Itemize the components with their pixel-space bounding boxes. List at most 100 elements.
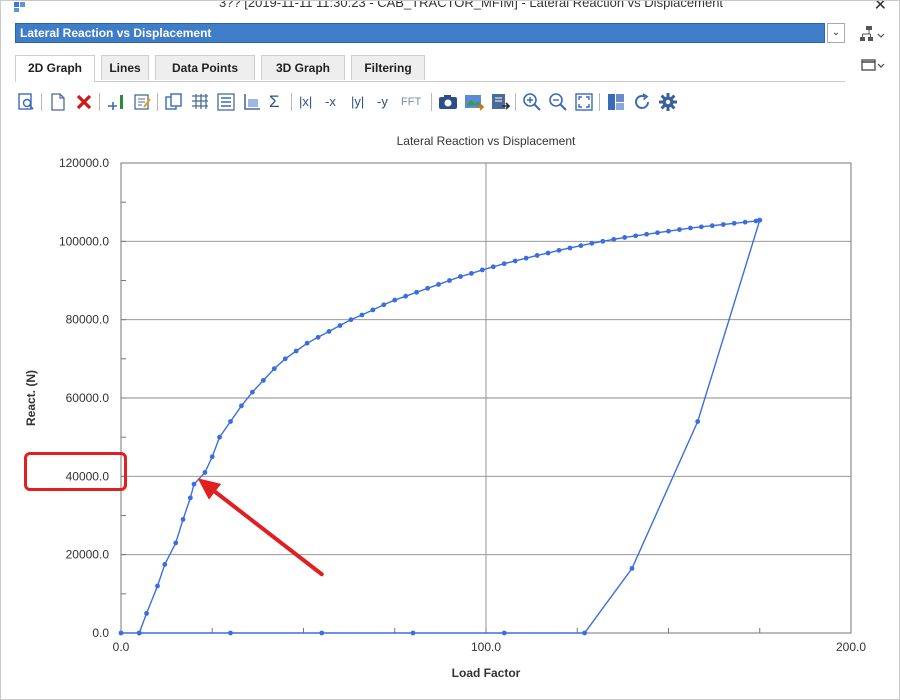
data-point[interactable] <box>709 223 715 229</box>
abs-y-button[interactable]: |y| <box>351 92 364 112</box>
data-point[interactable] <box>217 434 222 440</box>
data-point[interactable] <box>501 630 507 636</box>
data-point[interactable] <box>589 240 595 246</box>
data-point[interactable] <box>136 630 142 636</box>
data-point[interactable] <box>545 250 551 256</box>
data-point[interactable] <box>359 312 365 318</box>
data-point[interactable] <box>144 611 149 616</box>
data-point[interactable] <box>282 356 288 362</box>
data-point[interactable] <box>501 261 507 267</box>
data-point[interactable] <box>611 236 617 242</box>
tab-filtering[interactable]: Filtering <box>351 55 425 80</box>
data-point[interactable] <box>209 454 215 460</box>
data-point[interactable] <box>633 233 639 239</box>
data-point[interactable] <box>202 470 208 475</box>
data-point[interactable] <box>228 630 233 636</box>
data-point[interactable] <box>523 255 529 261</box>
axes-icon[interactable] <box>241 91 263 113</box>
data-point[interactable] <box>469 271 474 276</box>
data-point[interactable] <box>479 267 485 273</box>
fft-button[interactable]: FFT <box>401 92 421 112</box>
data-point[interactable] <box>644 231 649 237</box>
data-point[interactable] <box>414 289 420 295</box>
zoom-in-icon[interactable] <box>521 91 543 113</box>
data-point[interactable] <box>534 253 540 258</box>
data-point[interactable] <box>250 389 255 395</box>
data-point[interactable] <box>260 377 266 383</box>
line-chart[interactable]: 0.020000.040000.060000.080000.0100000.01… <box>13 121 889 693</box>
data-point[interactable] <box>187 495 193 501</box>
data-point[interactable] <box>742 219 748 225</box>
color-map-icon[interactable] <box>605 91 627 113</box>
data-point[interactable] <box>348 317 354 323</box>
chevron-down-icon[interactable]: ⌄ <box>827 23 845 43</box>
data-point[interactable] <box>447 278 452 283</box>
data-point[interactable] <box>600 238 606 244</box>
legend-icon[interactable] <box>215 91 237 113</box>
negate-y-button[interactable]: -y <box>377 92 388 112</box>
window-menu-icon[interactable] <box>861 57 885 73</box>
data-point[interactable] <box>370 307 376 313</box>
add-series-icon[interactable] <box>105 91 127 113</box>
data-point[interactable] <box>578 243 584 249</box>
gear-icon[interactable] <box>657 91 679 113</box>
tab-data-points[interactable]: Data Points <box>155 55 255 80</box>
data-point[interactable] <box>271 366 277 372</box>
data-point[interactable] <box>315 334 321 340</box>
tab-lines[interactable]: Lines <box>101 55 149 80</box>
data-point[interactable] <box>239 403 244 409</box>
data-point[interactable] <box>695 419 701 424</box>
tab-2d-graph[interactable]: 2D Graph <box>15 55 95 82</box>
data-point[interactable] <box>757 217 763 223</box>
data-point[interactable] <box>293 348 299 354</box>
negate-x-button[interactable]: -x <box>325 92 336 112</box>
abs-x-button[interactable]: |x| <box>299 92 312 112</box>
data-point[interactable] <box>629 565 635 571</box>
data-point[interactable] <box>155 583 160 589</box>
data-point[interactable] <box>392 297 398 303</box>
data-point[interactable] <box>425 285 430 291</box>
data-point[interactable] <box>173 540 179 546</box>
data-point[interactable] <box>436 282 441 287</box>
camera-icon[interactable] <box>437 91 459 113</box>
data-point[interactable] <box>677 227 682 232</box>
data-point[interactable] <box>556 247 562 253</box>
data-point[interactable] <box>490 264 496 270</box>
edit-properties-icon[interactable] <box>131 91 153 113</box>
hierarchy-icon[interactable] <box>859 25 885 43</box>
delete-icon[interactable] <box>73 91 95 113</box>
data-point[interactable] <box>337 323 343 328</box>
new-document-icon[interactable] <box>47 91 69 113</box>
refresh-icon[interactable] <box>631 91 653 113</box>
data-point[interactable] <box>410 630 416 636</box>
data-point[interactable] <box>731 220 737 226</box>
data-point[interactable] <box>180 517 186 522</box>
export-data-icon[interactable] <box>489 91 511 113</box>
data-point[interactable] <box>118 630 124 636</box>
sum-icon[interactable]: Σ <box>269 92 280 112</box>
data-point[interactable] <box>304 340 310 346</box>
data-point[interactable] <box>666 228 671 234</box>
data-point[interactable] <box>381 302 387 308</box>
data-point[interactable] <box>191 481 197 487</box>
data-point[interactable] <box>228 419 233 424</box>
data-point[interactable] <box>655 230 660 236</box>
export-image-icon[interactable] <box>463 91 485 113</box>
data-point[interactable] <box>512 258 518 264</box>
close-icon[interactable]: ✕ <box>874 1 887 15</box>
data-point[interactable] <box>319 630 325 636</box>
data-point[interactable] <box>622 235 628 240</box>
tab-3d-graph[interactable]: 3D Graph <box>261 55 345 80</box>
data-point[interactable] <box>403 293 409 299</box>
data-point[interactable] <box>567 245 573 251</box>
graph-selector[interactable]: Lateral Reaction vs Displacement <box>15 23 825 43</box>
grid-icon[interactable] <box>189 91 211 113</box>
data-point[interactable] <box>720 222 726 227</box>
data-point[interactable] <box>162 562 168 567</box>
zoom-out-icon[interactable] <box>547 91 569 113</box>
data-point[interactable] <box>698 224 704 230</box>
copy-icon[interactable] <box>163 91 185 113</box>
print-preview-icon[interactable] <box>15 91 37 113</box>
zoom-fit-icon[interactable] <box>573 91 595 113</box>
data-point[interactable] <box>688 225 693 231</box>
